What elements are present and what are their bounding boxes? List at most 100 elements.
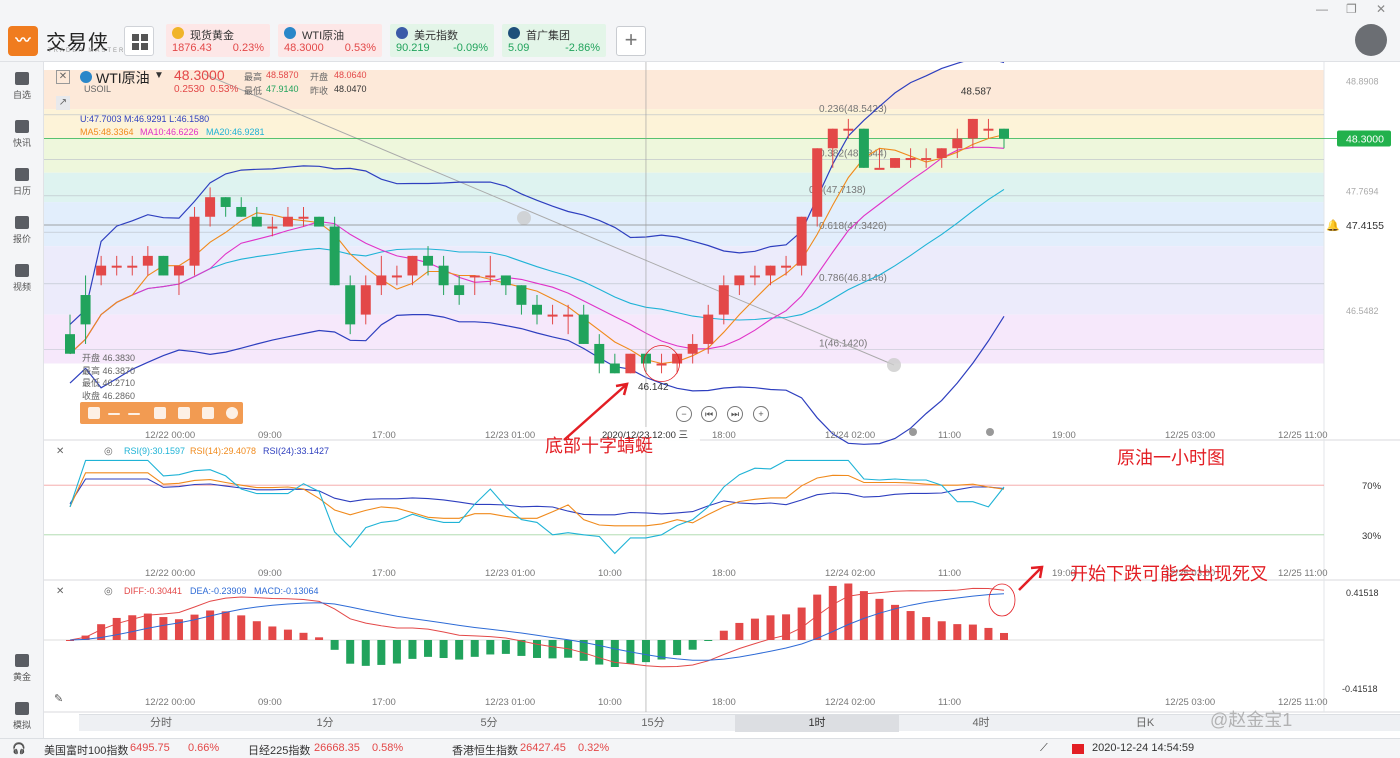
settings-icon[interactable] — [226, 407, 238, 419]
candle — [469, 275, 480, 278]
candle — [781, 265, 792, 268]
tab-4[interactable]: 1时 — [735, 715, 899, 732]
candle — [609, 363, 620, 374]
macd-bar — [439, 640, 448, 659]
scroll-end-button[interactable]: ⏭ — [727, 406, 743, 422]
quote-card-2[interactable]: 美元指数 90.219 -0.09% — [390, 24, 494, 57]
sidebar-item-1[interactable]: 快讯 — [0, 120, 44, 149]
lock-icon[interactable] — [154, 407, 166, 419]
zoom-in-button[interactable]: + — [753, 406, 769, 422]
user-avatar[interactable] — [1355, 24, 1387, 56]
time-axis-label: 12/22 00:00 — [145, 568, 195, 579]
time-axis-label: 18:00 — [712, 568, 736, 579]
candle — [111, 265, 122, 268]
close-chart-icon[interactable]: ✕ — [56, 70, 70, 84]
macd-bar — [1000, 632, 1008, 640]
bell-icon[interactable]: 🔔 — [1326, 219, 1340, 232]
trash-icon[interactable] — [202, 407, 214, 419]
quote-price: 5.09 — [508, 42, 530, 54]
fib-band-5 — [44, 246, 1324, 315]
tab-6[interactable]: 日K — [1063, 715, 1227, 732]
sidebar-item-6[interactable]: 模拟 — [0, 702, 44, 731]
scroll-start-button[interactable]: ⏮ — [701, 406, 717, 422]
tab-3[interactable]: 15分 — [571, 715, 735, 732]
fib-anchor-handle[interactable] — [887, 358, 901, 372]
macd-settings-icon[interactable]: ◎ — [104, 586, 113, 597]
symbol-change: 0.2530 — [174, 84, 205, 95]
close-window-icon[interactable]: ✕ — [1376, 2, 1386, 16]
quote-card-1[interactable]: WTI原油 48.3000 0.53% — [278, 24, 382, 57]
line-style-icon[interactable] — [108, 413, 120, 415]
eye-icon[interactable] — [178, 407, 190, 419]
timeframe-tabs: 分时 1分 5分 15分 1时 4时 日K — [79, 714, 1400, 732]
time-axis-label: 10:00 — [598, 568, 622, 579]
macd-bar — [424, 640, 433, 657]
zoom-out-button[interactable]: − — [676, 406, 692, 422]
macd-bar — [112, 617, 121, 640]
price-chart[interactable]: 0.236(48.5423)0.382(48.0844)0.5(47.7138)… — [44, 62, 1400, 714]
macd-axis-label: 0.41518 — [1346, 588, 1379, 598]
low-label: 最低 — [244, 86, 263, 96]
fib-label-5: 1(46.1420) — [819, 339, 867, 350]
macd-bar — [486, 640, 495, 655]
sidebar-item-3[interactable]: 报价 — [0, 216, 44, 245]
low-price-mark: 46.142 — [638, 382, 669, 393]
fib-anchor-handle[interactable] — [517, 211, 531, 225]
quote-card-3[interactable]: 首广集团 5.09 -2.86% — [502, 24, 606, 57]
candle — [438, 265, 449, 286]
tab-0[interactable]: 分时 — [79, 715, 243, 732]
tab-2[interactable]: 5分 — [407, 715, 571, 732]
rsi-settings-icon[interactable]: ◎ — [104, 446, 113, 457]
gold-table-icon — [15, 654, 29, 667]
symbol-dropdown-icon[interactable]: ▼ — [154, 70, 164, 81]
oil-symbol-icon — [80, 71, 92, 83]
macd-bar — [922, 617, 931, 640]
weibo-watermark: @赵金宝1 — [1210, 710, 1293, 730]
macd-bar — [844, 583, 853, 640]
scroll-dot-icon[interactable] — [986, 428, 994, 436]
layout-grid-button[interactable] — [124, 26, 154, 56]
macd-bar — [968, 624, 977, 640]
headset-icon[interactable]: 🎧 — [12, 742, 26, 755]
macd-bar — [750, 618, 759, 640]
time-axis-label: 12/24 02:00 — [825, 430, 875, 441]
fib-band-6 — [44, 314, 1324, 364]
rsi9-value: RSI(9):30.1597 — [124, 446, 186, 456]
symbol-code: USOIL — [84, 84, 112, 94]
network-icon: ⟋ — [1040, 742, 1048, 754]
drawing-toolbar[interactable] — [80, 402, 243, 424]
minimize-icon[interactable]: — — [1316, 2, 1328, 16]
scroll-dot-icon[interactable] — [909, 428, 917, 436]
tab-1[interactable]: 1分 — [243, 715, 407, 732]
candle — [967, 118, 978, 139]
sidebar-item-4[interactable]: 视频 — [0, 264, 44, 293]
quote-card-0[interactable]: 现货黄金 1876.43 0.23% — [166, 24, 270, 57]
sidebar-item-label: 自选 — [12, 90, 31, 100]
line-width-icon[interactable] — [128, 413, 140, 415]
sidebar-item-2[interactable]: 日历 — [0, 168, 44, 197]
tab-5[interactable]: 4时 — [899, 715, 1063, 732]
rsi14-line — [69, 472, 1005, 527]
close-macd-icon[interactable]: ✕ — [56, 586, 64, 597]
color-swatch-icon[interactable] — [88, 407, 100, 419]
candle — [749, 275, 760, 278]
ma5-value: MA5:48.3364 — [80, 127, 134, 137]
maximize-icon[interactable]: ❐ — [1346, 2, 1357, 16]
macd-bar — [237, 615, 246, 640]
candle — [220, 197, 231, 207]
close-rsi-icon[interactable]: ✕ — [56, 446, 64, 457]
news-icon — [15, 120, 29, 133]
pen-tool-icon[interactable]: ✎ — [54, 693, 63, 705]
draw-line-icon[interactable]: ↗ — [56, 96, 70, 110]
candle — [391, 275, 402, 278]
quote-chart-icon — [15, 216, 29, 229]
candle — [936, 148, 947, 159]
add-quote-button[interactable]: + — [616, 26, 646, 56]
ohlc-open: 开盘 46.3830 — [82, 353, 136, 363]
sidebar-item-0[interactable]: 自选 — [0, 72, 44, 101]
time-axis-label: 10:00 — [598, 697, 622, 708]
add-watchlist-icon — [15, 72, 29, 85]
macd-bar — [937, 621, 946, 640]
time-axis-label: 19:00 — [1052, 430, 1076, 441]
sidebar-item-5[interactable]: 黄金 — [0, 654, 44, 683]
